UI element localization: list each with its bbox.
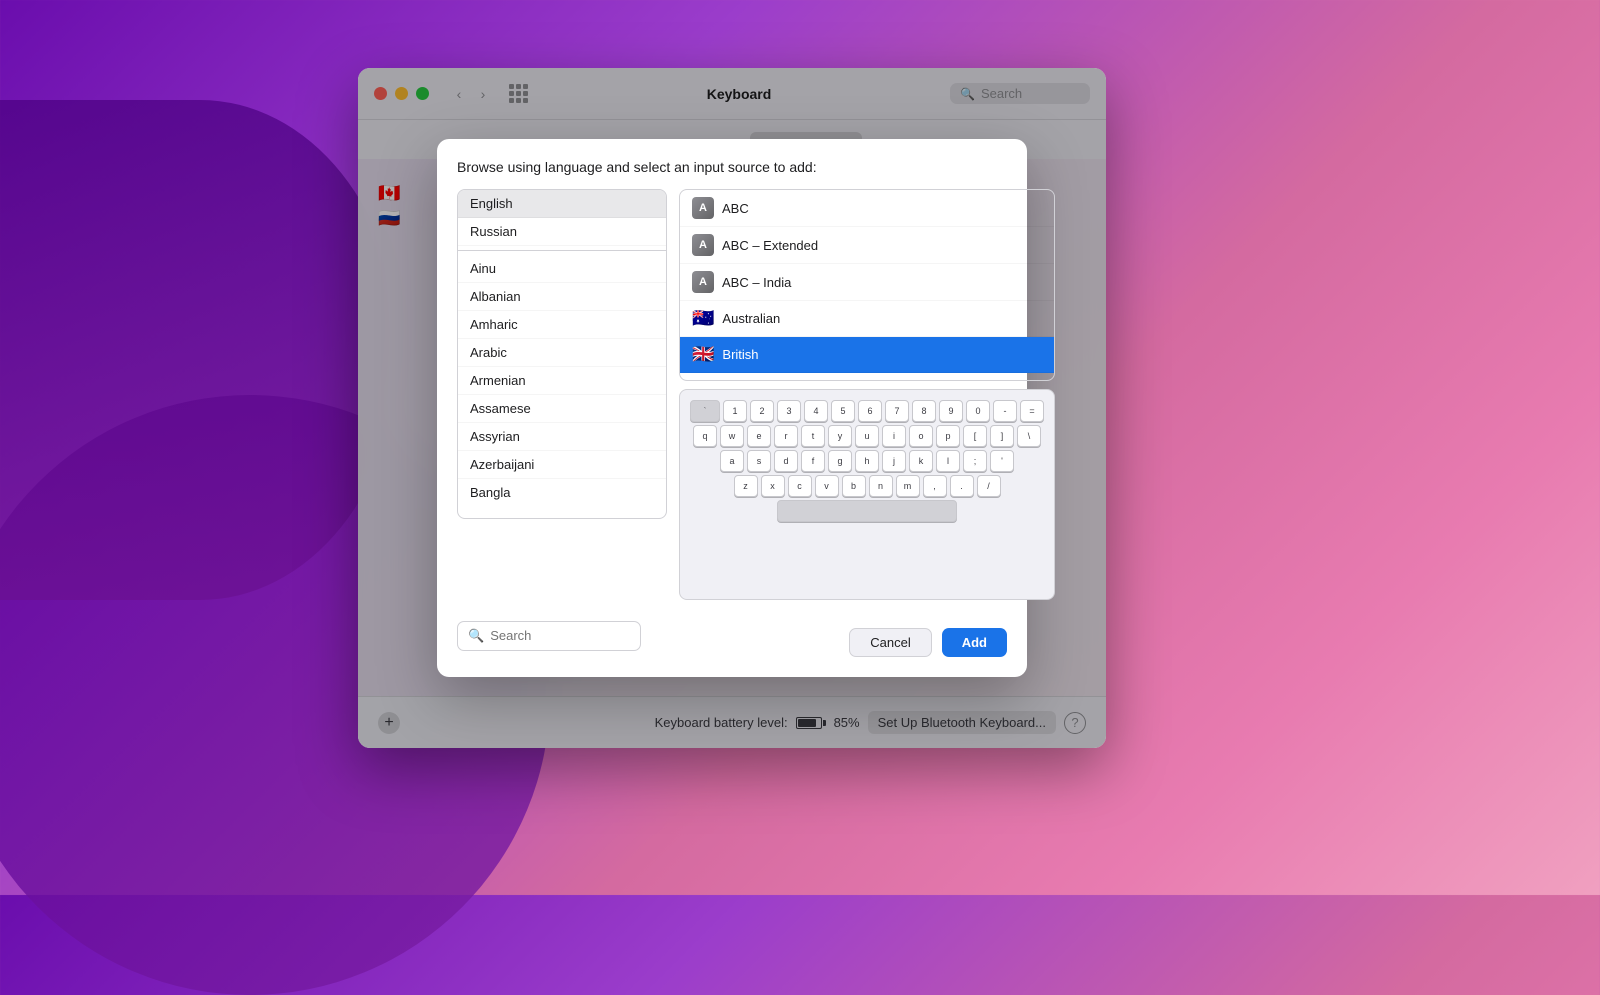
kb-6: 6 xyxy=(858,400,882,422)
add-input-source-modal: Browse using language and select an inpu… xyxy=(437,139,1027,677)
kb-w: w xyxy=(720,425,744,447)
kb-4: 4 xyxy=(804,400,828,422)
kb-0: 0 xyxy=(966,400,990,422)
kb-row-2: q w e r t y u i o p [ ] \ xyxy=(690,425,1044,447)
lang-assamese[interactable]: Assamese xyxy=(458,395,666,423)
keyboard-window: ‹ › Keyboard 🔍 Search Keyboard Text Shor… xyxy=(358,68,1106,748)
kb-3: 3 xyxy=(777,400,801,422)
modal-overlay: Browse using language and select an inpu… xyxy=(358,68,1106,748)
kb-r: r xyxy=(774,425,798,447)
kb-k: k xyxy=(909,450,933,472)
kb-p: p xyxy=(936,425,960,447)
kb-n: n xyxy=(869,475,893,497)
lang-english[interactable]: English xyxy=(458,190,666,218)
kb-j: j xyxy=(882,450,906,472)
kb-backslash: \ xyxy=(1017,425,1041,447)
kb-backtick: ` xyxy=(690,400,720,422)
kb-row-4: z x c v b n m , . / xyxy=(690,475,1044,497)
kb-slash: / xyxy=(977,475,1001,497)
lang-ainu[interactable]: Ainu xyxy=(458,255,666,283)
lang-arabic[interactable]: Arabic xyxy=(458,339,666,367)
modal-buttons: Cancel Add xyxy=(849,628,1007,657)
kb-quote: ' xyxy=(990,450,1014,472)
australian-flag: 🇦🇺 xyxy=(692,308,714,329)
kb-comma: , xyxy=(923,475,947,497)
lang-amharic[interactable]: Amharic xyxy=(458,311,666,339)
kb-space xyxy=(777,500,957,522)
kb-period: . xyxy=(950,475,974,497)
input-source-list[interactable]: A ABC A ABC – Extended A ABC – India � xyxy=(679,189,1055,381)
kb-b: b xyxy=(842,475,866,497)
kb-7: 7 xyxy=(885,400,909,422)
kb-g: g xyxy=(828,450,852,472)
input-abc-extended[interactable]: A ABC – Extended xyxy=(680,227,1054,264)
british-flag: 🇬🇧 xyxy=(692,344,714,365)
british-pc-flag: 🇬🇧 xyxy=(692,380,714,381)
kb-s: s xyxy=(747,450,771,472)
kb-f: f xyxy=(801,450,825,472)
kb-z: z xyxy=(734,475,758,497)
kb-v: v xyxy=(815,475,839,497)
kb-h: h xyxy=(855,450,879,472)
kb-row-5 xyxy=(690,500,1044,522)
modal-title: Browse using language and select an inpu… xyxy=(457,159,1007,175)
abc-extended-icon: A xyxy=(692,234,714,256)
input-abc[interactable]: A ABC xyxy=(680,190,1054,227)
keyboard-preview: ` 1 2 3 4 5 6 7 8 9 0 - = xyxy=(679,389,1055,601)
language-list[interactable]: English Russian Ainu Albanian Amharic xyxy=(457,189,667,519)
cancel-button[interactable]: Cancel xyxy=(849,628,931,657)
lang-assyrian[interactable]: Assyrian xyxy=(458,423,666,451)
kb-9: 9 xyxy=(939,400,963,422)
kb-rbracket: ] xyxy=(990,425,1014,447)
lang-russian[interactable]: Russian xyxy=(458,218,666,246)
kb-x: x xyxy=(761,475,785,497)
kb-1: 1 xyxy=(723,400,747,422)
kb-e: e xyxy=(747,425,771,447)
lang-albanian[interactable]: Albanian xyxy=(458,283,666,311)
kb-row-1: ` 1 2 3 4 5 6 7 8 9 0 - = xyxy=(690,400,1044,422)
kb-m: m xyxy=(896,475,920,497)
kb-q: q xyxy=(693,425,717,447)
lang-bangla[interactable]: Bangla xyxy=(458,479,666,506)
modal-body: English Russian Ainu Albanian Amharic xyxy=(457,189,1007,600)
kb-equals: = xyxy=(1020,400,1044,422)
modal-search-icon: 🔍 xyxy=(468,628,484,644)
modal-footer-row: 🔍 Cancel Add xyxy=(457,614,1007,657)
kb-y: y xyxy=(828,425,852,447)
lang-armenian[interactable]: Armenian xyxy=(458,367,666,395)
kb-row-3: a s d f g h j k l ; ' xyxy=(690,450,1044,472)
add-button[interactable]: Add xyxy=(942,628,1007,657)
kb-8: 8 xyxy=(912,400,936,422)
lang-azerbaijani[interactable]: Azerbaijani xyxy=(458,451,666,479)
kb-o: o xyxy=(909,425,933,447)
kb-5: 5 xyxy=(831,400,855,422)
modal-search-input[interactable] xyxy=(490,628,630,643)
kb-l: l xyxy=(936,450,960,472)
kb-d: d xyxy=(774,450,798,472)
input-abc-india[interactable]: A ABC – India xyxy=(680,264,1054,301)
kb-i: i xyxy=(882,425,906,447)
kb-lbracket: [ xyxy=(963,425,987,447)
modal-right: A ABC A ABC – Extended A ABC – India � xyxy=(679,189,1055,600)
kb-2: 2 xyxy=(750,400,774,422)
kb-minus: - xyxy=(993,400,1017,422)
kb-u: u xyxy=(855,425,879,447)
input-british-pc[interactable]: 🇬🇧 British – PC xyxy=(680,373,1054,381)
kb-semicolon: ; xyxy=(963,450,987,472)
input-british[interactable]: 🇬🇧 British xyxy=(680,337,1054,373)
modal-search-container[interactable]: 🔍 xyxy=(457,621,641,651)
kb-a: a xyxy=(720,450,744,472)
input-australian[interactable]: 🇦🇺 Australian xyxy=(680,301,1054,337)
kb-c: c xyxy=(788,475,812,497)
abc-india-icon: A xyxy=(692,271,714,293)
kb-t: t xyxy=(801,425,825,447)
abc-icon: A xyxy=(692,197,714,219)
